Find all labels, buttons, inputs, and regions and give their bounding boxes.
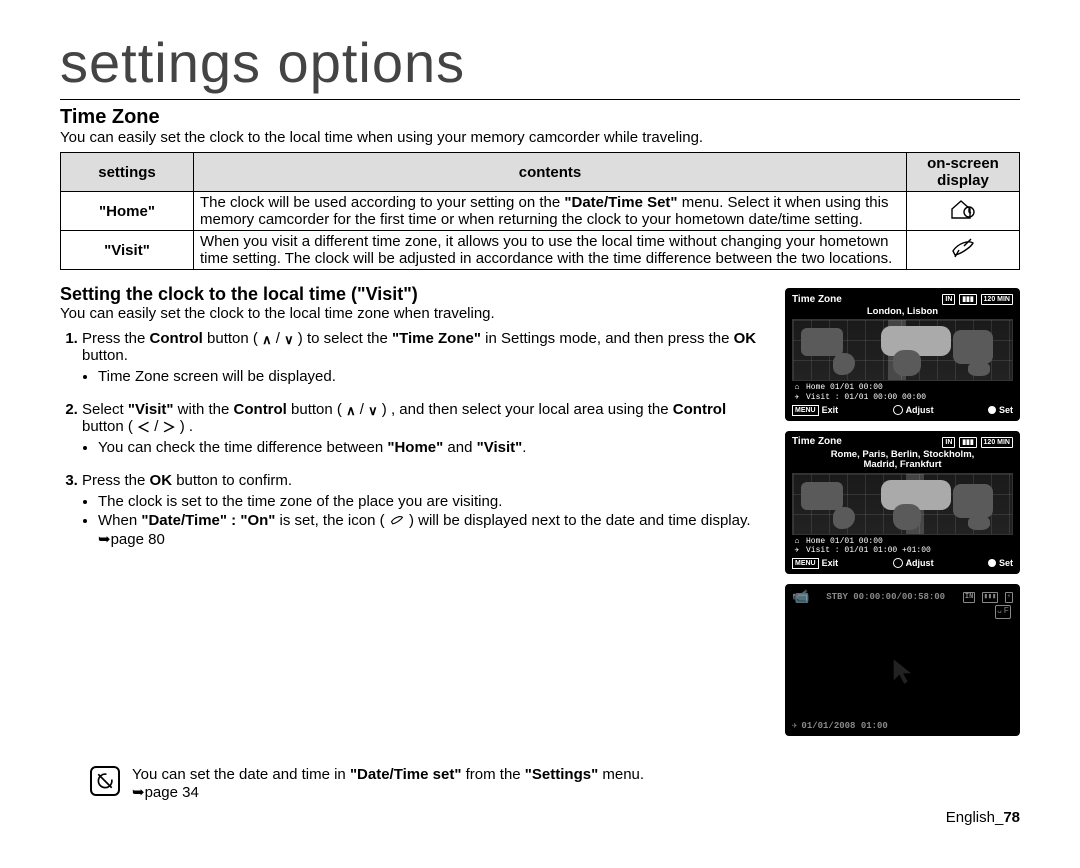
battery-icon: ▮▮▮ [959, 294, 977, 305]
step-1: Press the Control button ( ∧ / ∨ ) to se… [82, 330, 769, 385]
adjust-ring-icon [893, 405, 903, 415]
screen-title: Time Zone [792, 294, 842, 305]
storage-in-icon: IN [963, 592, 975, 603]
screen-timezone-home: Time Zone IN ▮▮▮ 120 MIN London, Lisbon [785, 288, 1020, 421]
chevron-up-icon: ∧ [346, 404, 356, 417]
world-map [792, 473, 1013, 535]
chevron-up-icon: ∧ [262, 333, 272, 346]
note-text: You can set the date and time in "Date/T… [132, 766, 644, 801]
plane-small-icon: ✈ [792, 546, 802, 556]
chevron-right-icon: ＞ [163, 421, 176, 434]
table-row: "Home" The clock will be used according … [61, 192, 1020, 231]
screen-footer: MENUExit Adjust Set [792, 405, 1013, 416]
page-title: settings options [60, 30, 1020, 100]
camcorder-icon: 📹 [792, 589, 809, 606]
power-icon: ⚡ [1005, 592, 1013, 603]
settings-table: settings contents on-screen display "Hom… [60, 152, 1020, 270]
setting-name-visit: "Visit" [61, 231, 194, 270]
chevron-down-icon: ∨ [368, 404, 378, 417]
city-label: London, Lisbon [792, 307, 1013, 317]
airplane-small-icon [389, 513, 405, 530]
city-label: Rome, Paris, Berlin, Stockholm, Madrid, … [792, 450, 1013, 471]
face-detect-icon: ᴗ F [995, 605, 1011, 619]
status-icons: IN ▮▮▮ ⚡ [962, 591, 1013, 603]
screen-stby: 📹 STBY 00:00:00/00:58:00 IN ▮▮▮ ⚡ ᴗ F [785, 584, 1020, 736]
display-icon-home [907, 192, 1020, 231]
zone-info: ⌂Home 01/01 00:00 ✈Visit : 01/01 00:00 0… [792, 383, 1013, 402]
th-contents: contents [194, 153, 907, 192]
step-2-bullet: You can check the time difference betwee… [98, 439, 769, 456]
date-time-footer: ✈ 01/01/2008 01:00 [792, 721, 888, 731]
battery-icon: ▮▮▮ [982, 592, 999, 603]
th-settings: settings [61, 153, 194, 192]
page-footer: English_78 [60, 809, 1020, 826]
home-small-icon: ⌂ [792, 383, 802, 393]
home-small-icon: ⌂ [792, 537, 802, 547]
remaining-time-icon: 120 MIN [981, 437, 1013, 448]
display-icon-visit [907, 231, 1020, 270]
zone-info: ⌂Home 01/01 00:00 ✈Visit : 01/01 01:00 +… [792, 537, 1013, 556]
steps-list: Press the Control button ( ∧ / ∨ ) to se… [60, 330, 769, 564]
note: You can set the date and time in "Date/T… [90, 766, 730, 801]
screen-title: Time Zone [792, 436, 842, 447]
step-1-bullet: Time Zone screen will be displayed. [98, 368, 769, 385]
status-icons: IN ▮▮▮ 120 MIN [941, 436, 1013, 448]
step-3-bullet-1: The clock is set to the time zone of the… [98, 493, 769, 510]
table-row: "Visit" When you visit a different time … [61, 231, 1020, 270]
adjust-ring-icon [893, 558, 903, 568]
storage-in-icon: IN [942, 437, 955, 448]
cursor-arrow-icon [889, 657, 917, 687]
set-dot-icon [988, 406, 996, 414]
plane-small-icon: ✈ [792, 393, 802, 403]
world-map [792, 319, 1013, 381]
battery-icon: ▮▮▮ [959, 437, 977, 448]
home-clock-icon [949, 198, 977, 224]
airplane-icon [949, 237, 977, 263]
chevron-down-icon: ∨ [284, 333, 294, 346]
status-icons: IN ▮▮▮ 120 MIN [941, 293, 1013, 305]
th-display: on-screen display [907, 153, 1020, 192]
remaining-time-icon: 120 MIN [981, 294, 1013, 305]
time-counter: 00:00:00/00:58:00 [853, 592, 945, 602]
chevron-left-icon: ＜ [137, 421, 150, 434]
setting-contents-visit: When you visit a different time zone, it… [194, 231, 907, 270]
step-3: Press the OK button to confirm. The cloc… [82, 472, 769, 548]
stby-label: STBY [826, 592, 848, 602]
step-3-bullet-2: When "Date/Time" : "On" is set, the icon… [98, 512, 769, 548]
screens-column: Time Zone IN ▮▮▮ 120 MIN London, Lisbon [785, 288, 1020, 746]
section-title: Time Zone [60, 106, 1020, 129]
storage-in-icon: IN [942, 294, 955, 305]
step-2: Select "Visit" with the Control button (… [82, 401, 769, 456]
screen-timezone-visit: Time Zone IN ▮▮▮ 120 MIN Rome, Paris, Be… [785, 431, 1020, 574]
plane-tiny-icon: ✈ [792, 721, 797, 731]
menu-badge: MENU [792, 405, 819, 416]
setting-name-home: "Home" [61, 192, 194, 231]
note-icon [90, 766, 120, 796]
screen-footer: MENUExit Adjust Set [792, 558, 1013, 569]
menu-badge: MENU [792, 558, 819, 569]
manual-page: settings options Time Zone You can easil… [40, 10, 1040, 836]
setting-contents-home: The clock will be used according to your… [194, 192, 907, 231]
section-intro: You can easily set the clock to the loca… [60, 129, 1020, 146]
set-dot-icon [988, 559, 996, 567]
